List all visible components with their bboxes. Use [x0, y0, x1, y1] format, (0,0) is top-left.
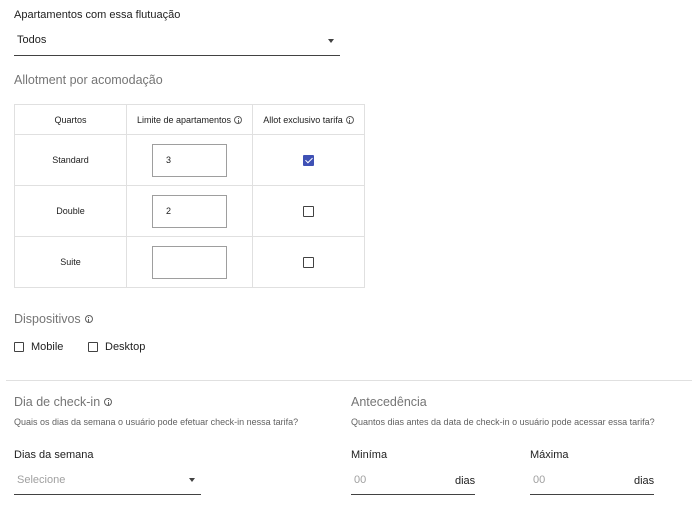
maxima-suffix: dias — [634, 475, 655, 487]
limit-cell — [126, 185, 253, 237]
flutuacao-select-underline — [14, 55, 340, 56]
antecedencia-title: Antecedência — [351, 395, 427, 409]
dias-semana-label: Dias da semana — [14, 449, 94, 461]
dias-semana-select[interactable]: Selecione — [14, 468, 201, 495]
dropdown-arrow-icon — [189, 478, 195, 482]
maxima-label: Máxima — [530, 449, 569, 461]
minima-suffix: dias — [455, 475, 476, 487]
info-icon[interactable] — [104, 398, 113, 406]
minima-label: Miníma — [351, 449, 388, 461]
checkbox-icon[interactable] — [303, 256, 314, 268]
checkin-title: Dia de check-in — [14, 395, 113, 409]
device-label: Desktop — [105, 341, 146, 353]
minima-field[interactable]: 00 dias — [351, 468, 475, 495]
exclusive-cell — [252, 236, 365, 288]
info-icon[interactable] — [234, 115, 243, 124]
maxima-input[interactable]: 00 — [533, 474, 545, 486]
dropdown-arrow-icon — [328, 39, 334, 43]
room-name: Suite — [14, 236, 127, 288]
limit-cell — [126, 236, 253, 288]
checkin-hint: Quais os dias da semana o usuário pode e… — [14, 417, 299, 427]
limit-cell — [126, 134, 253, 186]
checkbox-icon[interactable] — [303, 154, 314, 166]
exclusive-cell — [252, 185, 365, 237]
checkbox-icon[interactable] — [14, 342, 24, 352]
flutuacao-select-value: Todos — [17, 34, 47, 46]
table-row: Suite — [14, 236, 365, 288]
info-icon[interactable] — [84, 315, 93, 323]
device-label: Mobile — [31, 341, 64, 353]
limit-input[interactable] — [152, 245, 227, 279]
checkbox-icon[interactable] — [88, 342, 98, 352]
table-row: Standard — [14, 134, 365, 186]
room-name: Double — [14, 185, 127, 237]
flutuacao-label: Apartamentos com essa flutuação — [14, 9, 181, 21]
header-limite: Limite de apartamentos — [126, 104, 253, 135]
section-divider — [6, 380, 692, 381]
limit-input[interactable] — [152, 194, 227, 228]
info-icon[interactable] — [345, 115, 354, 124]
room-name: Standard — [14, 134, 127, 186]
dispositivos-title: Dispositivos — [14, 312, 93, 326]
allotment-header-row: Quartos Limite de apartamentos Allot exc… — [14, 104, 365, 135]
maxima-underline — [530, 494, 654, 495]
minima-underline — [351, 494, 475, 495]
checkbox-icon[interactable] — [303, 205, 314, 217]
device-option-mobile[interactable]: Mobile — [14, 341, 63, 353]
antecedencia-hint: Quantos dias antes da data de check-in o… — [351, 417, 655, 427]
flutuacao-select[interactable]: Todos — [14, 30, 340, 56]
dias-semana-underline — [14, 494, 201, 495]
allotment-title: Allotment por acomodação — [14, 73, 163, 87]
allotment-table: Quartos Limite de apartamentos Allot exc… — [14, 104, 365, 288]
maxima-field[interactable]: 00 dias — [530, 468, 654, 495]
exclusive-cell — [252, 134, 365, 186]
table-row: Double — [14, 185, 365, 237]
device-option-desktop[interactable]: Desktop — [88, 341, 145, 353]
header-allot-exclusivo: Allot exclusivo tarifa — [252, 104, 365, 135]
dias-semana-placeholder: Selecione — [17, 474, 66, 486]
header-quartos: Quartos — [14, 104, 127, 135]
minima-input[interactable]: 00 — [354, 474, 366, 486]
limit-input[interactable] — [152, 143, 227, 177]
